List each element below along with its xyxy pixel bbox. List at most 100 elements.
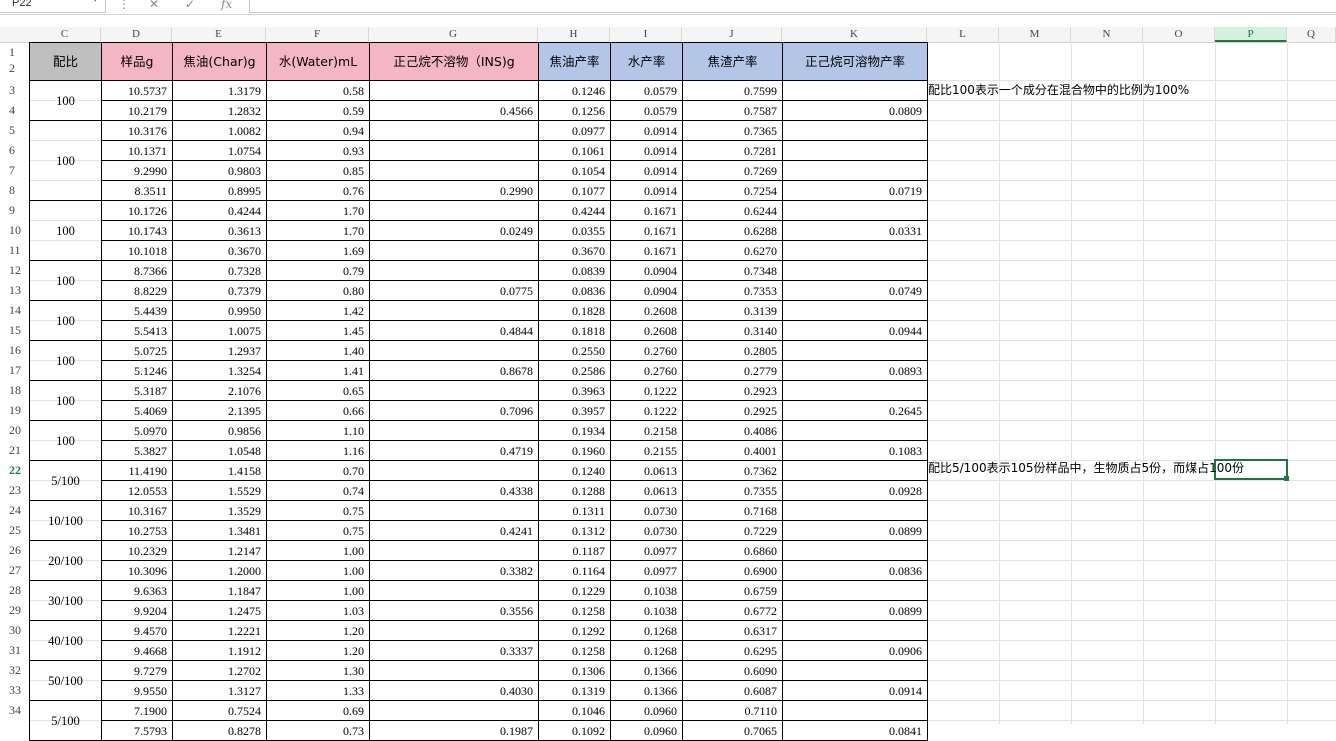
data-cell-sy[interactable]	[782, 380, 928, 401]
data-cell-sy[interactable]	[782, 120, 928, 141]
data-cell-sample[interactable]: 9.9550	[101, 680, 173, 701]
column-header-g[interactable]: G	[369, 27, 538, 42]
data-cell-cy[interactable]: 0.1306	[538, 660, 611, 681]
data-cell-ins[interactable]: 0.3556	[369, 600, 539, 621]
fill-handle[interactable]	[1284, 476, 1289, 481]
data-cell-water[interactable]: 1.33	[266, 680, 370, 701]
data-cell-sy[interactable]	[782, 200, 928, 221]
data-cell-char[interactable]: 1.0754	[172, 140, 267, 161]
data-cell-ins[interactable]	[369, 380, 539, 401]
data-cell-char[interactable]: 1.0075	[172, 320, 267, 341]
data-cell-sample[interactable]: 11.4190	[101, 460, 173, 481]
column-header-i[interactable]: I	[610, 27, 682, 42]
data-cell-ins[interactable]: 0.0249	[369, 220, 539, 241]
ratio-cell[interactable]: 30/100	[29, 580, 102, 621]
data-cell-char[interactable]: 1.2937	[172, 340, 267, 361]
data-cell-cy[interactable]: 0.0836	[538, 280, 611, 301]
data-cell-ry[interactable]: 0.7355	[682, 480, 783, 501]
data-cell-ry[interactable]: 0.7353	[682, 280, 783, 301]
data-cell-sy[interactable]: 0.0331	[782, 220, 928, 241]
row-header-8[interactable]: 8	[0, 180, 29, 200]
note-ratio-100[interactable]: 配比100表示一个成分在混合物中的比例为100%	[928, 80, 1189, 100]
data-cell-sample[interactable]: 5.4439	[101, 300, 173, 321]
data-cell-sy[interactable]	[782, 160, 928, 181]
data-cell-sy[interactable]	[782, 460, 928, 481]
row-header-7[interactable]: 7	[0, 160, 29, 180]
data-cell-ins[interactable]: 0.4338	[369, 480, 539, 501]
row-header-12[interactable]: 12	[0, 260, 29, 280]
data-cell-ins[interactable]	[369, 540, 539, 561]
data-cell-cy[interactable]: 0.1258	[538, 640, 611, 661]
data-cell-ry[interactable]: 0.7168	[682, 500, 783, 521]
data-cell-cy[interactable]: 0.0839	[538, 260, 611, 281]
data-cell-water[interactable]: 1.10	[266, 420, 370, 441]
data-cell-ins[interactable]	[369, 200, 539, 221]
column-header-d[interactable]: D	[101, 27, 172, 42]
data-cell-water[interactable]: 0.75	[266, 500, 370, 521]
data-cell-water[interactable]: 1.03	[266, 600, 370, 621]
data-cell-wy[interactable]: 0.2608	[610, 320, 683, 341]
data-cell-cy[interactable]: 0.1319	[538, 680, 611, 701]
data-cell-water[interactable]: 0.65	[266, 380, 370, 401]
data-cell-ry[interactable]: 0.6288	[682, 220, 783, 241]
data-cell-char[interactable]: 0.8278	[172, 720, 267, 741]
ratio-cell[interactable]: 100	[29, 260, 102, 301]
ratio-cell[interactable]: 5/100	[29, 460, 102, 501]
data-cell-water[interactable]: 1.30	[266, 660, 370, 681]
data-cell-sy[interactable]	[782, 660, 928, 681]
cancel-icon[interactable]: ✕	[149, 0, 159, 11]
data-cell-char[interactable]: 0.3670	[172, 240, 267, 261]
data-cell-sy[interactable]	[782, 260, 928, 281]
data-cell-char[interactable]: 1.2832	[172, 100, 267, 121]
row-header-9[interactable]: 9	[0, 200, 29, 220]
data-cell-wy[interactable]: 0.2158	[610, 420, 683, 441]
data-cell-wy[interactable]: 0.0730	[610, 520, 683, 541]
data-cell-ry[interactable]: 0.2779	[682, 360, 783, 381]
data-cell-char[interactable]: 1.3529	[172, 500, 267, 521]
data-cell-ry[interactable]: 0.6317	[682, 620, 783, 641]
row-header-34[interactable]: 34	[0, 700, 29, 720]
data-cell-ry[interactable]: 0.7599	[682, 80, 783, 101]
data-cell-wy[interactable]: 0.0579	[610, 100, 683, 121]
data-cell-sy[interactable]	[782, 340, 928, 361]
data-cell-char[interactable]: 2.1395	[172, 400, 267, 421]
data-cell-sy[interactable]	[782, 700, 928, 721]
data-cell-sy[interactable]	[782, 500, 928, 521]
data-cell-char[interactable]: 1.2000	[172, 560, 267, 581]
data-cell-sample[interactable]: 10.2329	[101, 540, 173, 561]
data-cell-sample[interactable]: 9.2990	[101, 160, 173, 181]
data-cell-cy[interactable]: 0.1311	[538, 500, 611, 521]
data-cell-sy[interactable]: 0.0928	[782, 480, 928, 501]
data-cell-char[interactable]: 0.9950	[172, 300, 267, 321]
data-cell-sy[interactable]: 0.0836	[782, 560, 928, 581]
data-cell-sample[interactable]: 9.9204	[101, 600, 173, 621]
data-cell-water[interactable]: 0.94	[266, 120, 370, 141]
data-cell-char[interactable]: 1.2475	[172, 600, 267, 621]
data-cell-cy[interactable]: 0.1061	[538, 140, 611, 161]
data-cell-wy[interactable]: 0.0904	[610, 260, 683, 281]
header-ins[interactable]: 正己烷不溶物（INS)g	[369, 42, 539, 81]
data-cell-wy[interactable]: 0.0904	[610, 280, 683, 301]
data-cell-sample[interactable]: 9.6363	[101, 580, 173, 601]
header-soluble-yield[interactable]: 正己烷可溶物产率	[782, 42, 928, 81]
data-cell-wy[interactable]: 0.1671	[610, 200, 683, 221]
data-cell-char[interactable]: 1.3179	[172, 80, 267, 101]
data-cell-water[interactable]: 1.70	[266, 220, 370, 241]
data-cell-ins[interactable]	[369, 120, 539, 141]
row-header-13[interactable]: 13	[0, 280, 29, 300]
data-cell-cy[interactable]: 0.1828	[538, 300, 611, 321]
data-cell-wy[interactable]: 0.0579	[610, 80, 683, 101]
data-cell-ins[interactable]	[369, 260, 539, 281]
row-header-10[interactable]: 10	[0, 220, 29, 240]
data-cell-ry[interactable]: 0.4086	[682, 420, 783, 441]
data-cell-ins[interactable]: 0.4241	[369, 520, 539, 541]
data-cell-ry[interactable]: 0.6860	[682, 540, 783, 561]
column-header-h[interactable]: H	[538, 27, 610, 42]
row-header-30[interactable]: 30	[0, 620, 29, 640]
data-cell-sample[interactable]: 5.0970	[101, 420, 173, 441]
header-water[interactable]: 水(Water)mL	[266, 42, 370, 81]
data-cell-sample[interactable]: 10.1743	[101, 220, 173, 241]
data-cell-ry[interactable]: 0.2923	[682, 380, 783, 401]
data-cell-wy[interactable]: 0.1268	[610, 640, 683, 661]
data-cell-char[interactable]: 2.1076	[172, 380, 267, 401]
